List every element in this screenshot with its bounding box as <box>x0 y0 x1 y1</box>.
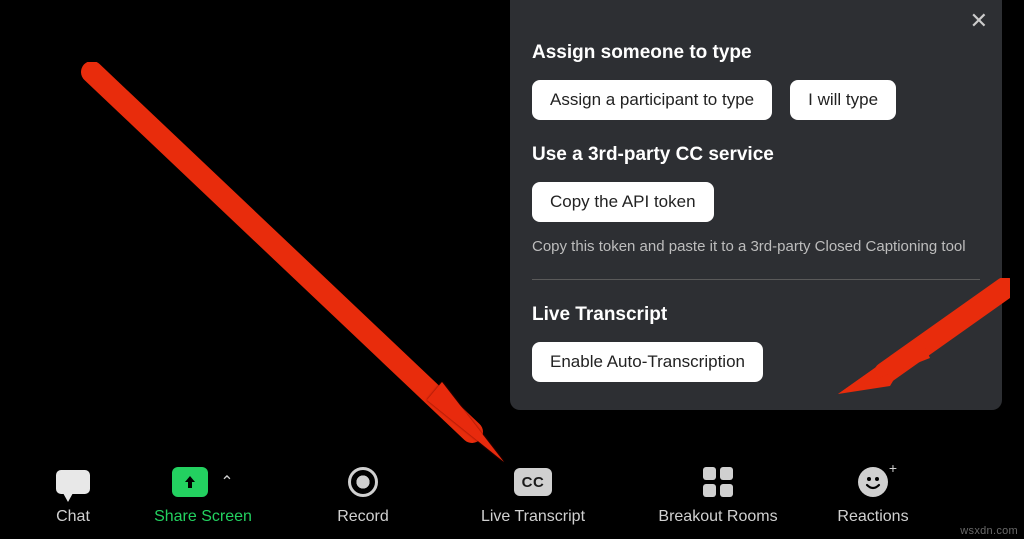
record-button[interactable]: Record <box>288 454 438 532</box>
divider <box>532 279 980 280</box>
live-transcript-label: Live Transcript <box>481 508 585 526</box>
meeting-toolbar: Chat ⌃ Share Screen Record CC Live Trans… <box>0 447 1024 539</box>
share-screen-icon <box>172 467 208 497</box>
reactions-label: Reactions <box>837 508 908 526</box>
annotation-arrow-left <box>72 62 512 482</box>
assign-button-row: Assign a participant to type I will type <box>532 80 980 120</box>
chat-icon <box>56 470 90 494</box>
record-label: Record <box>337 508 389 526</box>
share-screen-label: Share Screen <box>154 508 252 526</box>
share-screen-button[interactable]: ⌃ Share Screen <box>118 454 288 532</box>
live-transcript-section-title: Live Transcript <box>532 304 980 326</box>
cc-icon: CC <box>514 468 552 496</box>
live-transcript-button[interactable]: CC Live Transcript <box>438 454 628 532</box>
share-options-caret-icon[interactable]: ⌃ <box>220 472 233 492</box>
record-icon <box>348 467 378 497</box>
reactions-icon: + <box>858 467 888 497</box>
third-party-section-title: Use a 3rd-party CC service <box>532 144 980 166</box>
enable-auto-transcription-button[interactable]: Enable Auto-Transcription <box>532 342 763 382</box>
assign-section-title: Assign someone to type <box>532 42 980 64</box>
copy-api-token-button[interactable]: Copy the API token <box>532 182 714 222</box>
third-party-helper-text: Copy this token and paste it to a 3rd-pa… <box>532 236 980 257</box>
closed-caption-popover: ✕ Assign someone to type Assign a partic… <box>510 0 1002 410</box>
breakout-rooms-button[interactable]: Breakout Rooms <box>628 454 808 532</box>
close-icon[interactable]: ✕ <box>970 10 988 32</box>
watermark: wsxdn.com <box>960 525 1018 537</box>
reactions-button[interactable]: + Reactions <box>808 454 938 532</box>
breakout-rooms-label: Breakout Rooms <box>658 508 777 526</box>
i-will-type-button[interactable]: I will type <box>790 80 896 120</box>
chat-label: Chat <box>56 508 90 526</box>
breakout-rooms-icon <box>703 467 733 497</box>
plus-icon: + <box>889 460 897 476</box>
chat-button[interactable]: Chat <box>28 454 118 532</box>
assign-participant-button[interactable]: Assign a participant to type <box>532 80 772 120</box>
